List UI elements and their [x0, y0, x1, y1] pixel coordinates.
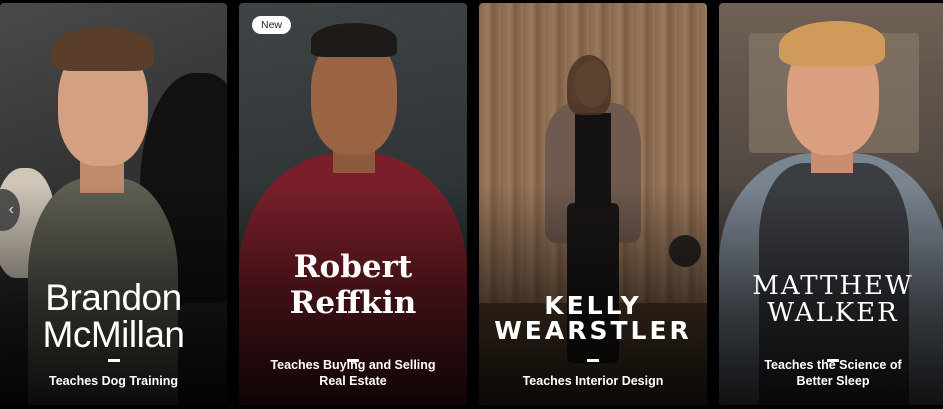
instructor-name: MATTHEW WALKER	[752, 271, 914, 328]
class-subtitle: Teaches Interior Design	[522, 374, 664, 388]
class-carousel: Brandon McMillan Teaches Dog Training ‹ …	[0, 0, 943, 409]
class-subtitle: Teaches Buying and Selling Real Estate	[270, 358, 436, 388]
divider-dash	[107, 359, 120, 362]
class-card-matthew-walker[interactable]: MATTHEW WALKER Teaches the Science of Be…	[719, 3, 943, 405]
class-subtitle: Teaches the Science of Better Sleep	[764, 358, 902, 388]
chevron-left-icon: ‹	[8, 201, 14, 218]
class-subtitle: Teaches Dog Training	[49, 374, 178, 388]
instructor-name: Brandon McMillan	[42, 277, 185, 355]
new-badge: New	[252, 16, 292, 34]
divider-dash	[587, 359, 599, 362]
class-card-kelly-wearstler[interactable]: KELLY WEARSTLER Teaches Interior Design	[479, 3, 707, 405]
class-card-brandon-mcmillan[interactable]: Brandon McMillan Teaches Dog Training ‹	[0, 3, 227, 405]
instructor-name: KELLY WEARSTLER	[494, 291, 692, 345]
instructor-name: Robert Reffkin	[289, 249, 417, 321]
class-card-robert-reffkin[interactable]: New Robert Reffkin Teaches Buying and Se…	[239, 3, 467, 405]
